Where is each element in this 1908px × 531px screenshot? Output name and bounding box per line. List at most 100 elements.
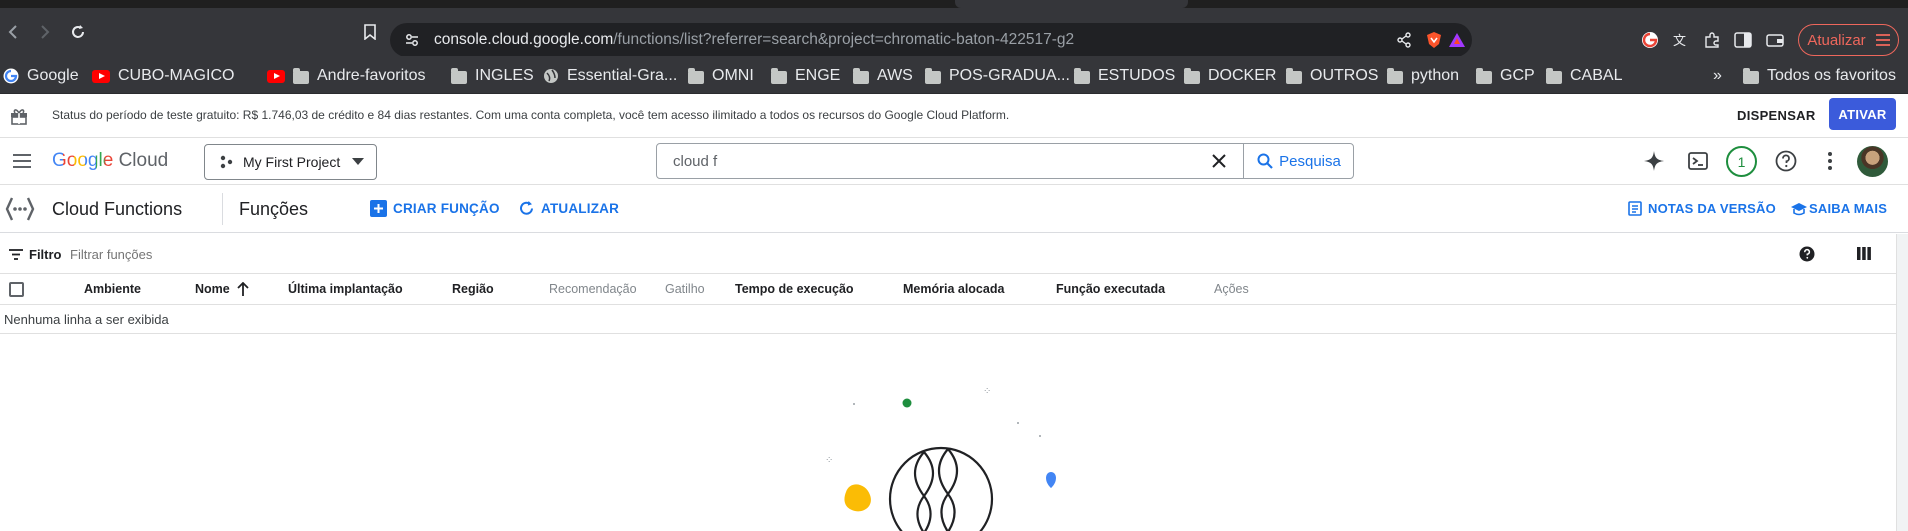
bookmark-enge[interactable]: ENGE <box>771 65 840 87</box>
brave-shield-icon[interactable] <box>1426 31 1442 49</box>
folder-icon <box>925 67 941 84</box>
release-notes-button[interactable]: NOTAS DA VERSÃO <box>1628 201 1776 216</box>
help-icon[interactable] <box>1775 150 1797 172</box>
school-icon <box>1791 202 1807 216</box>
column-display-icon[interactable] <box>1857 247 1871 260</box>
translate-extension-icon[interactable]: 文 <box>1668 27 1694 53</box>
create-function-button[interactable]: CRIAR FUNÇÃO <box>370 200 500 217</box>
column-header-memoria-alocada[interactable]: Memória alocada <box>903 282 1004 296</box>
bookmark-label: CUBO-MAGICO <box>118 67 235 84</box>
update-label: Atualizar <box>1807 31 1866 49</box>
folder-icon <box>688 67 704 84</box>
search-button-label: Pesquisa <box>1279 152 1341 170</box>
column-header-tempo-execucao[interactable]: Tempo de execução <box>735 282 854 296</box>
bookmarks-overflow-button[interactable]: » <box>1713 65 1722 87</box>
avatar[interactable] <box>1857 146 1888 177</box>
brave-rewards-icon[interactable] <box>1448 32 1466 48</box>
bookmarks-bar: Google CUBO-MAGICO Andre-favoritos INGLE… <box>0 56 1908 94</box>
youtube-icon <box>267 69 285 83</box>
header-divider <box>222 193 223 225</box>
tab-strip[interactable] <box>0 0 1908 8</box>
select-all-checkbox[interactable] <box>9 282 24 297</box>
bookmark-omni[interactable]: OMNI <box>688 65 754 87</box>
filter-input[interactable] <box>70 243 670 265</box>
bookmark-all-favorites[interactable]: Todos os favoritos <box>1743 65 1896 87</box>
bookmark-label: Todos os favoritos <box>1767 67 1896 84</box>
folder-icon <box>1476 67 1492 84</box>
wallet-icon[interactable] <box>1762 27 1788 53</box>
bookmark-icon[interactable] <box>356 18 384 46</box>
filter-label: Filtro <box>29 247 62 262</box>
sort-ascending-icon[interactable] <box>237 282 249 296</box>
bookmark-google[interactable]: Google <box>3 65 79 87</box>
release-notes-label: NOTAS DA VERSÃO <box>1648 201 1776 216</box>
bookmark-outros[interactable]: OUTROS <box>1286 65 1378 87</box>
folder-icon <box>451 67 467 84</box>
extensions-puzzle-icon[interactable] <box>1699 27 1725 53</box>
column-header-ultima-implantacao[interactable]: Última implantação <box>288 282 403 296</box>
dismiss-button[interactable]: DISPENSAR <box>1737 108 1816 123</box>
clear-search-icon[interactable] <box>1212 154 1226 168</box>
more-options-icon[interactable] <box>1827 151 1833 171</box>
create-function-label: CRIAR FUNÇÃO <box>393 201 500 216</box>
google-cloud-logo[interactable]: Google Cloud <box>52 150 168 172</box>
refresh-button[interactable]: ATUALIZAR <box>518 200 619 217</box>
filter-bar: Filtro <box>0 234 1896 274</box>
notifications-badge[interactable]: 1 <box>1726 146 1757 177</box>
bookmark-python[interactable]: python <box>1387 65 1459 87</box>
document-icon <box>1628 201 1642 216</box>
gemini-sparkle-icon[interactable] <box>1643 150 1665 172</box>
project-icon <box>219 155 233 169</box>
learn-more-button[interactable]: SAIBA MAIS <box>1791 201 1887 216</box>
bookmark-cubo-magico[interactable]: CUBO-MAGICO <box>92 65 234 87</box>
project-selector[interactable]: My First Project <box>204 144 377 180</box>
bookmark-ingles[interactable]: INGLES <box>451 65 534 87</box>
trial-banner: Status do período de teste gratuito: R$ … <box>0 94 1908 138</box>
bookmark-aws[interactable]: AWS <box>853 65 913 87</box>
bookmark-estudos[interactable]: ESTUDOS <box>1074 65 1175 87</box>
address-bar[interactable]: console.cloud.google.com/functions/list?… <box>390 23 1472 57</box>
folder-icon <box>1546 67 1562 84</box>
bookmark-label: CABAL <box>1570 67 1623 84</box>
cloud-functions-icon <box>5 196 35 222</box>
refresh-label: ATUALIZAR <box>541 201 620 216</box>
folder-icon <box>293 67 309 84</box>
bookmark-pos-gradua[interactable]: POS-GRADUA... <box>925 65 1070 87</box>
browser-toolbar: console.cloud.google.com/functions/list?… <box>0 8 1908 57</box>
bookmark-andre-favoritos[interactable]: Andre-favoritos <box>267 65 426 87</box>
search-icon <box>1257 153 1273 169</box>
add-box-icon <box>370 200 387 217</box>
column-header-nome[interactable]: Nome <box>195 282 230 296</box>
activate-button[interactable]: ATIVAR <box>1829 98 1896 130</box>
scrollbar[interactable] <box>1896 234 1908 531</box>
bookmark-label: python <box>1411 67 1460 84</box>
back-icon[interactable] <box>0 18 28 46</box>
column-header-regiao[interactable]: Região <box>452 282 494 296</box>
bookmark-gcp[interactable]: GCP <box>1476 65 1535 87</box>
table-empty-message: Nenhuma linha a ser exibida <box>0 305 1896 334</box>
column-header-funcao-executada[interactable]: Função executada <box>1056 282 1165 296</box>
bookmark-label: DOCKER <box>1208 67 1277 84</box>
bookmark-essential-gra[interactable]: Essential-Gra... <box>543 65 677 87</box>
reload-icon[interactable] <box>64 18 92 46</box>
bookmark-cabal[interactable]: CABAL <box>1546 65 1622 87</box>
sidebar-icon[interactable] <box>1730 27 1756 53</box>
hamburger-menu-icon[interactable] <box>12 153 32 169</box>
bookmark-label: AWS <box>877 67 913 84</box>
search-box[interactable]: cloud f Pesquisa <box>656 143 1354 179</box>
column-header-ambiente[interactable]: Ambiente <box>84 282 141 296</box>
update-browser-button[interactable]: Atualizar <box>1798 24 1899 56</box>
search-button[interactable]: Pesquisa <box>1243 143 1354 179</box>
site-info-icon[interactable] <box>404 32 420 48</box>
forward-icon[interactable] <box>30 18 58 46</box>
help-circle-icon[interactable] <box>1799 246 1815 262</box>
search-input[interactable]: cloud f <box>673 153 717 170</box>
chevron-down-icon <box>352 158 365 166</box>
bookmark-docker[interactable]: DOCKER <box>1184 65 1276 87</box>
bookmark-label: OUTROS <box>1310 67 1379 84</box>
cloud-shell-icon[interactable] <box>1688 152 1708 170</box>
overflow-chevron-icon: » <box>1713 67 1722 84</box>
youtube-icon <box>92 69 110 83</box>
share-icon[interactable] <box>1396 32 1412 48</box>
google-account-icon[interactable] <box>1637 27 1663 53</box>
